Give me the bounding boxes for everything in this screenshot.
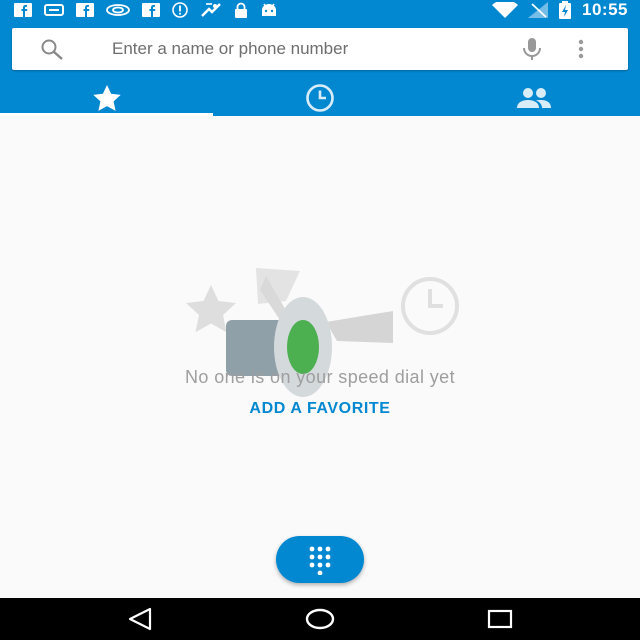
navigation-bar: [0, 598, 640, 640]
dialer-screen: 10:55 No one is on your speed: [0, 0, 640, 640]
nvidia-icon: [106, 4, 130, 16]
back-icon: [128, 607, 152, 631]
dialpad-icon: [309, 546, 331, 575]
microphone-icon[interactable]: [521, 38, 543, 62]
notification-icons: [14, 2, 278, 18]
empty-state-message: No one is on your speed dial yet: [185, 367, 455, 387]
android-icon: [262, 3, 276, 16]
battery-charging-icon: [559, 1, 572, 19]
home-icon: [305, 608, 335, 630]
search-input[interactable]: [112, 28, 502, 70]
wifi-icon: [492, 2, 519, 18]
fitness-icon: [201, 3, 221, 17]
facebook-icon: [76, 3, 94, 17]
dialpad-button[interactable]: [276, 536, 364, 583]
lock-icon: [235, 2, 247, 18]
back-button[interactable]: [120, 606, 160, 632]
tab-contacts[interactable]: [427, 80, 640, 116]
tab-speed-dial[interactable]: [0, 80, 213, 116]
search-icon[interactable]: [40, 38, 64, 60]
recent-apps-button[interactable]: [480, 606, 520, 632]
no-signal-icon: [528, 2, 549, 18]
home-button[interactable]: [300, 606, 340, 632]
clock-time: 10:55: [582, 0, 628, 19]
add-favorite-button[interactable]: ADD A FAVORITE: [195, 400, 445, 424]
status-bar: 10:55: [0, 0, 640, 20]
dialer-header: [0, 20, 640, 116]
facebook-icon: [142, 3, 160, 17]
system-icons: 10:55: [492, 0, 628, 19]
message-icon: [44, 4, 64, 16]
alert-icon: [172, 2, 188, 18]
more-options-icon[interactable]: [577, 38, 585, 60]
search-bar[interactable]: [12, 28, 628, 70]
facebook-icon: [14, 3, 32, 17]
tab-recents[interactable]: [213, 80, 427, 116]
star-icon: [92, 85, 121, 111]
clock-icon: [306, 84, 334, 112]
people-icon: [516, 88, 551, 108]
tab-indicator: [0, 113, 213, 116]
recents-icon: [487, 609, 513, 629]
